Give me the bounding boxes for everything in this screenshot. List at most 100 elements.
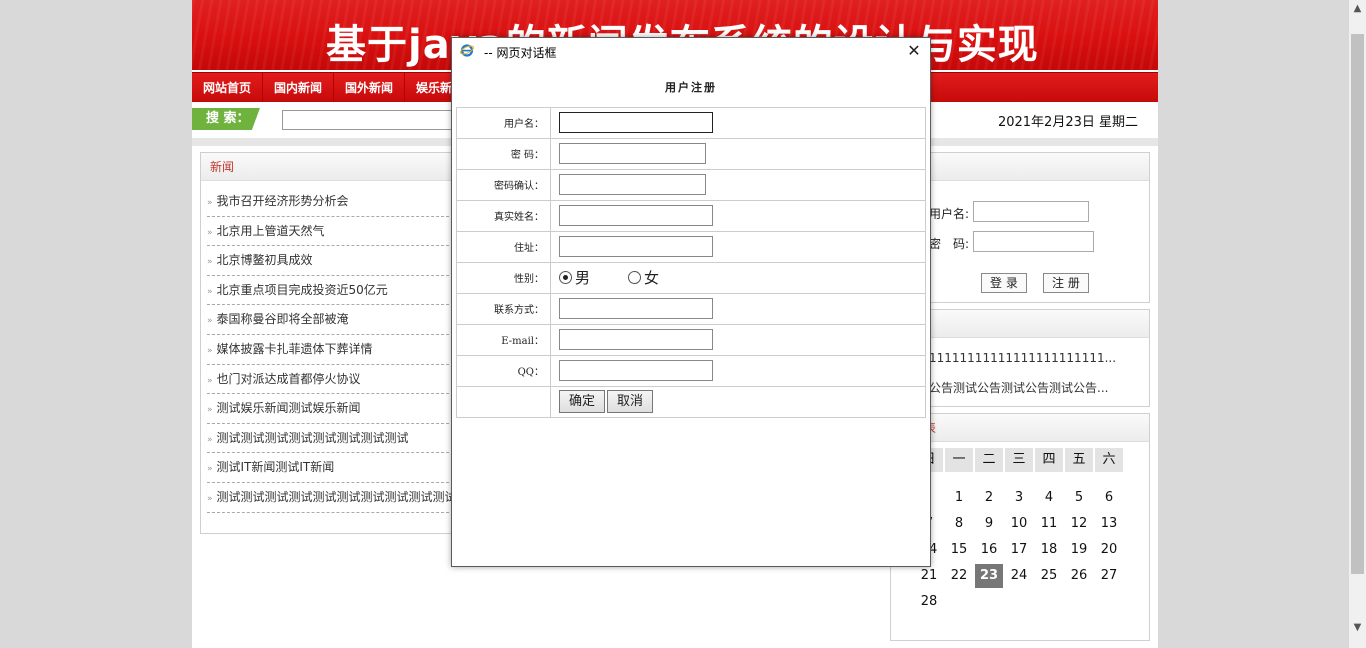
calendar-day[interactable]: 10 — [1005, 512, 1033, 536]
login-username-input[interactable] — [973, 201, 1089, 222]
register-form: 用户注册 用户名： 密 码： 密码确认： 真实姓名： 住址： 性别： 男 女 联… — [456, 67, 926, 418]
password-field-label: 密 码： — [456, 137, 551, 170]
news-list-item[interactable]: » 媒体披露卡扎菲遗体下葬详情 — [207, 335, 459, 365]
news-title[interactable]: 也门对派达成首都停火协议 — [217, 372, 361, 386]
calendar-day[interactable]: 4 — [1035, 486, 1063, 510]
register-heading: 用户注册 — [665, 80, 717, 94]
confirm-password-field[interactable] — [559, 174, 706, 195]
real-name-label: 真实姓名： — [456, 199, 551, 232]
current-date: 2021年2月23日 星期二 — [997, 115, 1138, 130]
ie-browser-icon — [460, 44, 474, 57]
login-button[interactable]: 登 录 — [981, 273, 1027, 293]
news-list-item[interactable]: » 测试娱乐新闻测试娱乐新闻 — [207, 394, 459, 424]
bullet-icon: » — [207, 257, 213, 268]
calendar-weekday: 五 — [1065, 448, 1093, 472]
news-list-item[interactable]: » 泰国称曼谷即将全部被淹 — [207, 305, 459, 335]
news-title[interactable]: 北京重点项目完成投资近50亿元 — [217, 283, 388, 297]
scrollbar-thumb[interactable] — [1351, 34, 1364, 574]
gender-male-radio[interactable] — [559, 271, 572, 284]
calendar-day[interactable]: 15 — [945, 538, 973, 562]
calendar-day[interactable]: 3 — [1005, 486, 1033, 510]
news-list-item[interactable]: » 北京用上管道天然气 — [207, 217, 459, 247]
email-field[interactable] — [559, 329, 713, 350]
calendar-day[interactable]: 16 — [975, 538, 1003, 562]
calendar-day[interactable]: 6 — [1095, 486, 1123, 510]
news-title[interactable]: 泰国称曼谷即将全部被淹 — [217, 312, 349, 326]
gender-female-label[interactable]: 女 — [644, 269, 659, 287]
calendar-day[interactable]: 2 — [975, 486, 1003, 510]
cancel-button[interactable]: 取消 — [607, 390, 654, 413]
calendar-day[interactable]: 9 — [975, 512, 1003, 536]
gender-male-label[interactable]: 男 — [575, 269, 590, 287]
search-input[interactable] — [282, 110, 472, 130]
news-title[interactable]: 北京用上管道天然气 — [217, 224, 325, 238]
gender-female-radio[interactable] — [628, 271, 642, 284]
bullet-icon: » — [207, 316, 213, 327]
news-panel-title: 新闻 — [201, 153, 459, 181]
nav-item-foreign-news[interactable]: 国外新闻 — [334, 73, 406, 103]
register-button[interactable]: 注 册 — [1043, 273, 1089, 293]
qq-field[interactable] — [559, 360, 713, 381]
calendar-day[interactable]: 28 — [915, 590, 943, 614]
calendar-day[interactable]: 13 — [1095, 512, 1123, 536]
password-field[interactable] — [559, 143, 706, 164]
contact-field[interactable] — [559, 298, 713, 319]
news-list-item[interactable]: » 测试测试测试测试测试测试测试测试测试测试 — [207, 483, 459, 513]
bullet-icon: » — [207, 345, 213, 356]
calendar-day[interactable]: 12 — [1065, 512, 1093, 536]
calendar-day[interactable]: 20 — [1095, 538, 1123, 562]
bullet-icon: » — [207, 198, 213, 208]
news-title[interactable]: 测试测试测试测试测试测试测试测试 — [217, 431, 409, 445]
calendar-day[interactable]: 5 — [1065, 486, 1093, 510]
news-list-item[interactable]: » 测试IT新闻测试IT新闻 — [207, 453, 459, 483]
news-title[interactable]: 测试娱乐新闻测试娱乐新闻 — [217, 401, 361, 415]
news-list-item[interactable]: » 北京博鳌初具成效 — [207, 246, 459, 276]
news-title[interactable]: 测试IT新闻测试IT新闻 — [217, 460, 335, 474]
dialog-title: -- 网页对话框 — [484, 46, 557, 60]
calendar-weekday: 二 — [975, 448, 1003, 472]
news-title[interactable]: 北京博鳌初具成效 — [217, 253, 313, 267]
notice-item[interactable]: 公告测试公告测试公告测试公告... — [929, 379, 1108, 396]
confirm-button[interactable]: 确定 — [559, 390, 606, 413]
news-list-item[interactable]: » 我市召开经济形势分析会 — [207, 187, 459, 217]
news-title[interactable]: 测试测试测试测试测试测试测试测试测试测试 — [217, 490, 457, 504]
calendar-day[interactable]: 24 — [1005, 564, 1033, 588]
calendar-day[interactable]: 1 — [945, 486, 973, 510]
calendar-weekday: 三 — [1005, 448, 1033, 472]
news-list-item[interactable]: » 也门对派达成首都停火协议 — [207, 365, 459, 395]
news-list-item[interactable]: » 测试测试测试测试测试测试测试测试 — [207, 424, 459, 454]
calendar-today[interactable]: 23 — [975, 564, 1003, 588]
calendar-day[interactable]: 26 — [1065, 564, 1093, 588]
address-field[interactable] — [559, 236, 713, 257]
calendar-day[interactable]: 19 — [1065, 538, 1093, 562]
calendar-day[interactable]: 8 — [945, 512, 973, 536]
bullet-icon: » — [207, 375, 213, 386]
username-field[interactable] — [559, 112, 713, 133]
real-name-field[interactable] — [559, 205, 713, 226]
news-title[interactable]: 媒体披露卡扎菲遗体下葬详情 — [217, 342, 373, 356]
calendar-day[interactable]: 18 — [1035, 538, 1063, 562]
login-password-input[interactable] — [973, 231, 1094, 252]
calendar-day[interactable]: 27 — [1095, 564, 1123, 588]
calendar-day[interactable]: 22 — [945, 564, 973, 588]
calendar-day[interactable]: 11 — [1035, 512, 1063, 536]
close-icon[interactable]: ✕ — [904, 41, 924, 61]
scroll-down-icon[interactable]: ▼ — [1349, 619, 1366, 636]
notice-item[interactable]: 11111111111111111111111... — [929, 351, 1116, 365]
news-title[interactable]: 我市召开经济形势分析会 — [217, 194, 349, 208]
nav-item-domestic-news[interactable]: 国内新闻 — [263, 73, 335, 103]
news-list-item[interactable]: » 北京重点项目完成投资近50亿元 — [207, 276, 459, 306]
nav-item-home[interactable]: 网站首页 — [192, 73, 264, 103]
username-field-label: 用户名： — [456, 106, 551, 139]
bullet-icon: » — [207, 286, 213, 297]
calendar-day[interactable]: 17 — [1005, 538, 1033, 562]
search-label: 搜 索： — [192, 108, 260, 130]
calendar-day[interactable]: 21 — [915, 564, 943, 588]
news-list: » 我市召开经济形势分析会 » 北京用上管道天然气 » 北京博鳌初具成效 » 北京重点项目完成… — [201, 181, 459, 513]
vertical-scrollbar[interactable]: ▲ ▼ — [1349, 0, 1366, 648]
calendar-weekday: 六 — [1095, 448, 1123, 472]
calendar-day[interactable]: 25 — [1035, 564, 1063, 588]
bullet-icon: » — [207, 493, 213, 504]
email-label: E-mail： — [456, 323, 551, 356]
scroll-up-icon[interactable]: ▲ — [1349, 0, 1366, 17]
